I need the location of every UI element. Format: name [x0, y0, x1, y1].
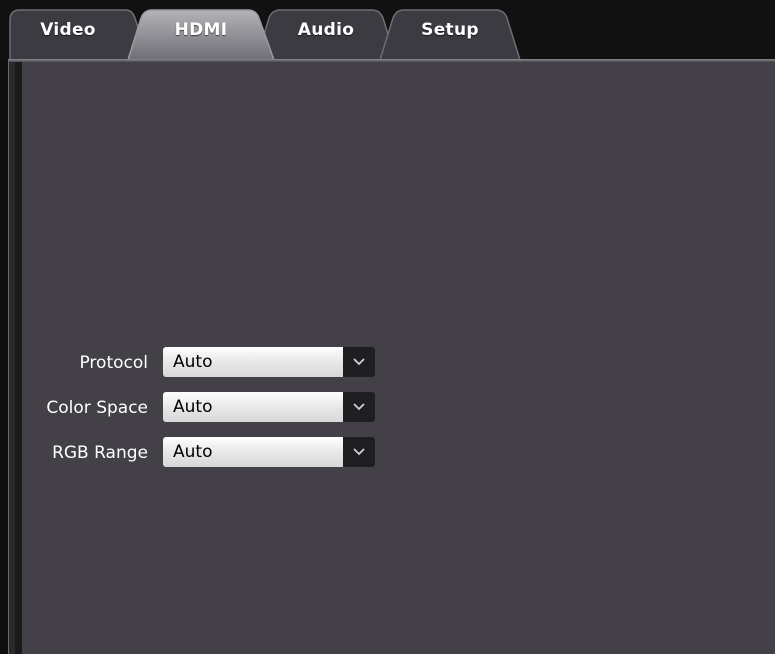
color-space-dropdown-button[interactable]: [343, 392, 375, 422]
chevron-down-icon: [353, 403, 365, 411]
color-space-dropdown-field[interactable]: Auto: [163, 392, 343, 422]
protocol-label: Protocol: [79, 353, 148, 373]
color-space-dropdown[interactable]: Auto: [163, 392, 375, 422]
rgb-range-label: RGB Range: [52, 443, 148, 463]
rgb-range-label-wrap: RGB Range: [0, 437, 148, 467]
protocol-dropdown-field[interactable]: Auto: [163, 347, 343, 377]
color-space-label: Color Space: [46, 398, 148, 418]
color-space-dropdown-value: Auto: [173, 397, 213, 417]
protocol-dropdown[interactable]: Auto: [163, 347, 375, 377]
protocol-dropdown-value: Auto: [173, 352, 213, 372]
protocol-label-wrap: Protocol: [0, 347, 148, 377]
tab-setup[interactable]: Setup: [378, 9, 522, 61]
tab-setup-label: Setup: [421, 20, 479, 40]
tab-bar: Video Audio Setup HDMI: [0, 0, 775, 62]
settings-window: Video Audio Setup HDMI Protocol Auto Col…: [0, 0, 775, 654]
rgb-range-row: RGB Range Auto: [0, 437, 400, 467]
tab-audio[interactable]: Audio: [254, 9, 398, 61]
tab-audio-label: Audio: [297, 20, 355, 40]
rgb-range-dropdown-button[interactable]: [343, 437, 375, 467]
protocol-dropdown-button[interactable]: [343, 347, 375, 377]
rgb-range-dropdown-value: Auto: [173, 442, 213, 462]
tab-video-label: Video: [40, 20, 96, 40]
rgb-range-dropdown-field[interactable]: Auto: [163, 437, 343, 467]
chevron-down-icon: [353, 448, 365, 456]
chevron-down-icon: [353, 358, 365, 366]
protocol-row: Protocol Auto: [0, 347, 400, 377]
tab-video[interactable]: Video: [8, 9, 150, 61]
tab-hdmi[interactable]: HDMI: [126, 9, 276, 61]
color-space-label-wrap: Color Space: [0, 392, 148, 422]
color-space-row: Color Space Auto: [0, 392, 400, 422]
rgb-range-dropdown[interactable]: Auto: [163, 437, 375, 467]
tab-hdmi-label: HDMI: [174, 20, 228, 40]
